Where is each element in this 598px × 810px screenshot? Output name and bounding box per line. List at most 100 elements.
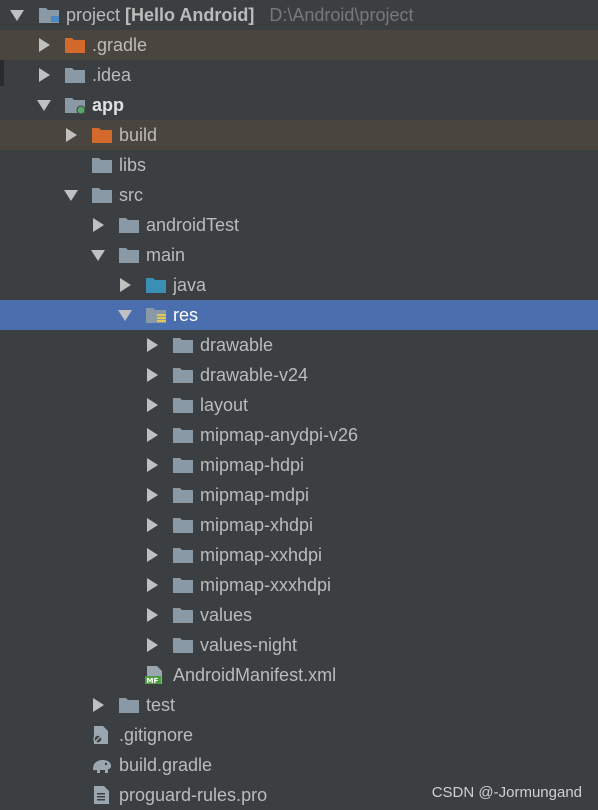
folder-icon [172,516,194,534]
tree-node-project[interactable]: project [Hello Android] D:\Android\proje… [0,0,598,30]
expand-arrow-icon[interactable] [37,38,51,52]
project-tree[interactable]: project [Hello Android] D:\Android\proje… [0,0,598,810]
tree-node-label: AndroidManifest.xml [173,665,337,685]
tree-node-label: build.gradle [119,755,213,775]
tree-node-label: res [173,305,199,325]
project-name: project [66,5,121,25]
expand-arrow-icon[interactable] [64,188,78,202]
folder-icon [172,546,194,564]
tree-node-label: proguard-rules.pro [119,785,268,805]
tree-node-java[interactable]: java [0,270,598,300]
folder-icon [172,396,194,414]
tree-node-res-child[interactable]: drawable [0,330,598,360]
expand-arrow-icon[interactable] [145,578,159,592]
expand-arrow-icon[interactable] [91,218,105,232]
expand-arrow-icon[interactable] [37,98,51,112]
excluded-folder-icon [64,36,86,54]
folder-icon [172,426,194,444]
tree-node-app[interactable]: app [0,90,598,120]
tree-node-build[interactable]: build [0,120,598,150]
tree-node-res[interactable]: res [0,300,598,330]
folder-icon [118,246,140,264]
folder-icon [64,66,86,84]
project-title: [Hello Android] [125,5,255,25]
excluded-folder-icon [91,126,113,144]
expand-arrow-icon[interactable] [145,368,159,382]
tree-node-label: mipmap-mdpi [200,485,310,505]
tree-node-main[interactable]: main [0,240,598,270]
svg-text:MF: MF [147,677,159,685]
tree-node-gitignore[interactable]: .gitignore [0,720,598,750]
tree-node-label: app [92,95,125,115]
tree-node-src[interactable]: src [0,180,598,210]
expand-arrow-icon[interactable] [145,638,159,652]
tree-node-label: build [119,125,158,145]
expand-arrow-icon[interactable] [37,68,51,82]
expand-arrow-icon[interactable] [145,548,159,562]
tree-node-res-child[interactable]: mipmap-xxhdpi [0,540,598,570]
tree-node-test[interactable]: test [0,690,598,720]
tree-node-res-child[interactable]: mipmap-mdpi [0,480,598,510]
tree-node-label: values-night [200,635,298,655]
tree-node-label: mipmap-xxxhdpi [200,575,332,595]
folder-icon [172,336,194,354]
tree-node-res-child[interactable]: mipmap-anydpi-v26 [0,420,598,450]
expand-arrow-icon[interactable] [10,8,24,22]
tree-node-res-child[interactable]: mipmap-xhdpi [0,510,598,540]
folder-icon [172,366,194,384]
expand-arrow-icon[interactable] [145,458,159,472]
tree-node-label: layout [200,395,249,415]
expand-arrow-icon[interactable] [91,248,105,262]
module-folder-icon [64,96,86,114]
text-file-icon [94,786,109,804]
tree-node-label: androidTest [146,215,240,235]
folder-icon [172,636,194,654]
expand-arrow-icon[interactable] [145,428,159,442]
tree-node-label: .gradle [92,35,148,55]
tree-node-label: drawable [200,335,274,355]
tree-node-res-child[interactable]: mipmap-hdpi [0,450,598,480]
tree-node-gradle[interactable]: .gradle [0,30,598,60]
tree-node-label: .gitignore [119,725,194,745]
tree-node-res-child[interactable]: values-night [0,630,598,660]
manifest-file-icon: MF [145,666,162,685]
folder-icon [172,576,194,594]
tree-node-res-child[interactable]: layout [0,390,598,420]
tree-node-androidtest[interactable]: androidTest [0,210,598,240]
tree-node-res-child[interactable]: values [0,600,598,630]
tree-node-label: .idea [92,65,132,85]
tree-node-label: libs [119,155,147,175]
folder-icon [172,456,194,474]
tree-node-label: mipmap-xxhdpi [200,545,323,565]
tree-node-label: mipmap-hdpi [200,455,305,475]
tree-node-res-child[interactable]: drawable-v24 [0,360,598,390]
expand-arrow-icon[interactable] [145,338,159,352]
project-path: D:\Android\project [269,5,414,25]
expand-arrow-icon[interactable] [145,608,159,622]
tree-node-label: values [200,605,253,625]
expand-arrow-icon[interactable] [145,398,159,412]
expand-arrow-icon[interactable] [91,698,105,712]
watermark: CSDN @-Jormungand [431,784,582,801]
tree-node-manifest[interactable]: MF AndroidManifest.xml [0,660,598,690]
folder-icon [172,486,194,504]
tree-node-build-gradle[interactable]: build.gradle [0,750,598,780]
tree-node-idea[interactable]: .idea [0,60,598,90]
expand-arrow-icon[interactable] [145,488,159,502]
tree-node-label: mipmap-xhdpi [200,515,314,535]
tree-node-res-child[interactable]: mipmap-xxxhdpi [0,570,598,600]
tree-node-libs[interactable]: libs [0,150,598,180]
expand-arrow-icon[interactable] [64,128,78,142]
gitignore-file-icon [93,726,108,744]
expand-arrow-icon[interactable] [118,278,132,292]
tree-node-label: src [119,185,143,205]
module-folder-icon [38,6,59,24]
folder-icon [118,696,140,714]
tree-node-label: test [146,695,176,715]
gradle-elephant-icon [93,760,111,773]
expand-arrow-icon[interactable] [118,308,132,322]
folder-icon [172,606,194,624]
expand-arrow-icon[interactable] [145,518,159,532]
resources-folder-icon [145,306,166,324]
folder-icon [118,216,140,234]
